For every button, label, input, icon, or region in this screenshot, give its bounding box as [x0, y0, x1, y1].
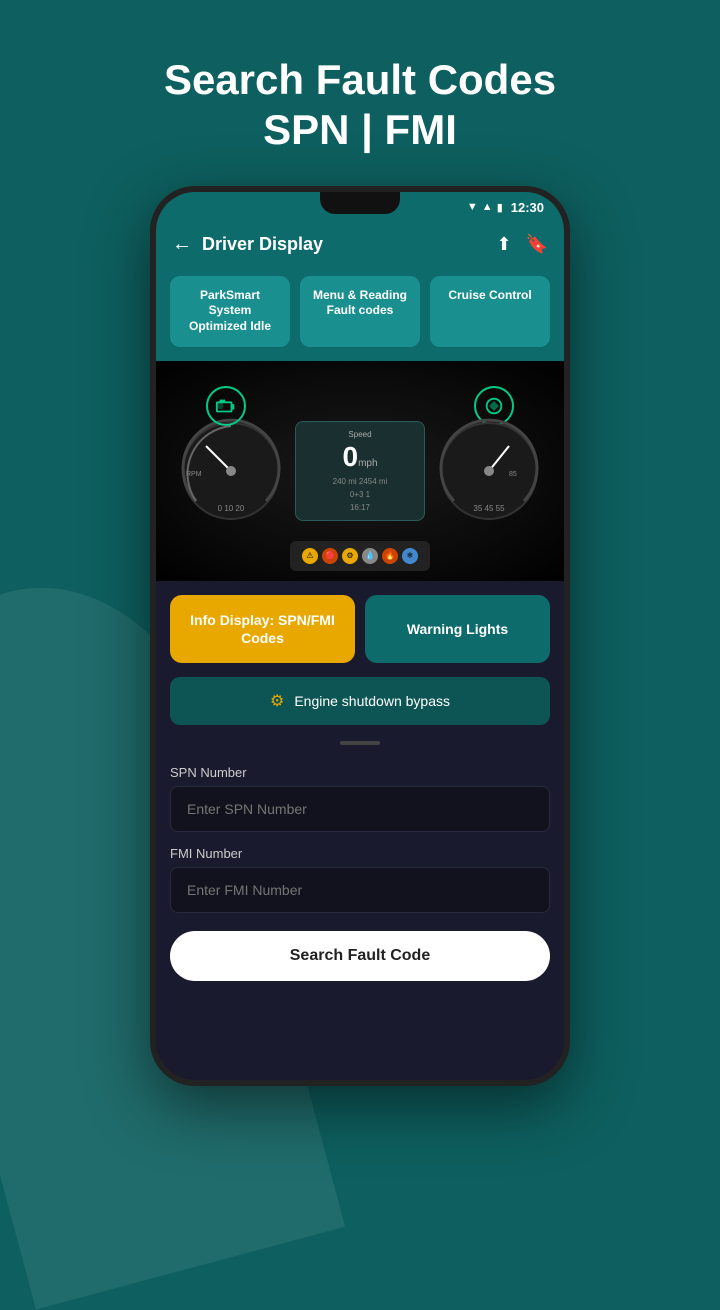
speed-unit: mph [358, 458, 377, 469]
status-icons: ▼ ▲ ▮ 12:30 [467, 200, 544, 215]
dashboard-area: 0 10 20 RPM [156, 361, 564, 581]
warning-lights-button[interactable]: Warning Lights [365, 595, 550, 663]
app-bar-icons: ⬆ 🔖 [496, 234, 548, 255]
engine-shutdown-icon: ⚙ [270, 691, 284, 711]
signal-icon: ▲ [482, 201, 493, 213]
share-icon[interactable]: ⬆ [496, 234, 511, 255]
odometer-line2: 0+3 1 [304, 490, 416, 499]
header-title: Search Fault Codes SPN | FMI [164, 55, 556, 156]
speed-display: 0mph [304, 441, 416, 473]
gauge-center: Speed 0mph 240 mi 2454 mi 0+3 1 16:17 [295, 421, 425, 521]
svg-text:RPM: RPM [186, 471, 202, 478]
warning-icon-6: ❄ [402, 548, 418, 564]
quick-actions: ParkSmart System Optimized Idle Menu & R… [156, 266, 564, 361]
info-display-button[interactable]: Info Display: SPN/FMI Codes [170, 595, 355, 663]
phone-notch [320, 192, 400, 214]
bookmark-icon[interactable]: 🔖 [526, 234, 548, 255]
svg-text:85: 85 [509, 471, 517, 478]
engine-icon-left [206, 386, 246, 426]
quick-action-cruise[interactable]: Cruise Control [430, 276, 550, 347]
warning-icon-5: 🔥 [382, 548, 398, 564]
quick-action-menu[interactable]: Menu & Reading Fault codes [300, 276, 420, 347]
engine-shutdown-button[interactable]: ⚙ Engine shutdown bypass [170, 677, 550, 725]
drag-handle [340, 741, 380, 745]
speed-label: Speed [304, 430, 416, 439]
spn-input[interactable] [170, 786, 550, 832]
warning-icon-2: 🔴 [322, 548, 338, 564]
fmi-input[interactable] [170, 867, 550, 913]
app-bar-title: Driver Display [202, 234, 486, 255]
warning-icon-3: ⚙ [342, 548, 358, 564]
fmi-label: FMI Number [170, 846, 550, 861]
dashboard-inner: 0 10 20 RPM [156, 361, 564, 581]
app-bar: ← Driver Display ⬆ 🔖 [156, 223, 564, 266]
gauge-left: 0 10 20 RPM [176, 416, 286, 526]
page-header: Search Fault Codes SPN | FMI [164, 55, 556, 156]
speed-value: 0 [342, 441, 358, 472]
status-time: 12:30 [511, 200, 544, 215]
form-section: SPN Number FMI Number Search Fault Code [156, 755, 564, 1080]
warning-strip: ⚠ 🔴 ⚙ 💧 🔥 ❄ [290, 541, 430, 571]
main-actions: Info Display: SPN/FMI Codes Warning Ligh… [156, 581, 564, 673]
battery-icon: ▮ [497, 201, 503, 214]
warning-icon-1: ⚠ [302, 548, 318, 564]
engine-shutdown-label: Engine shutdown bypass [294, 693, 450, 709]
dashboard-time: 16:17 [304, 503, 416, 512]
search-fault-code-button[interactable]: Search Fault Code [170, 931, 550, 981]
svg-text:35 45 55: 35 45 55 [473, 504, 505, 513]
svg-text:0 10 20: 0 10 20 [218, 504, 245, 513]
quick-action-parksmart[interactable]: ParkSmart System Optimized Idle [170, 276, 290, 347]
phone-frame: ▼ ▲ ▮ 12:30 ← Driver Display ⬆ 🔖 ParkSma… [150, 186, 570, 1086]
spn-label: SPN Number [170, 765, 550, 780]
back-button[interactable]: ← [172, 233, 192, 256]
wifi-icon: ▼ [467, 201, 478, 213]
warning-icon-4: 💧 [362, 548, 378, 564]
gauge-right: 35 45 55 85 [434, 416, 544, 526]
odometer-line1: 240 mi 2454 mi [304, 477, 416, 486]
